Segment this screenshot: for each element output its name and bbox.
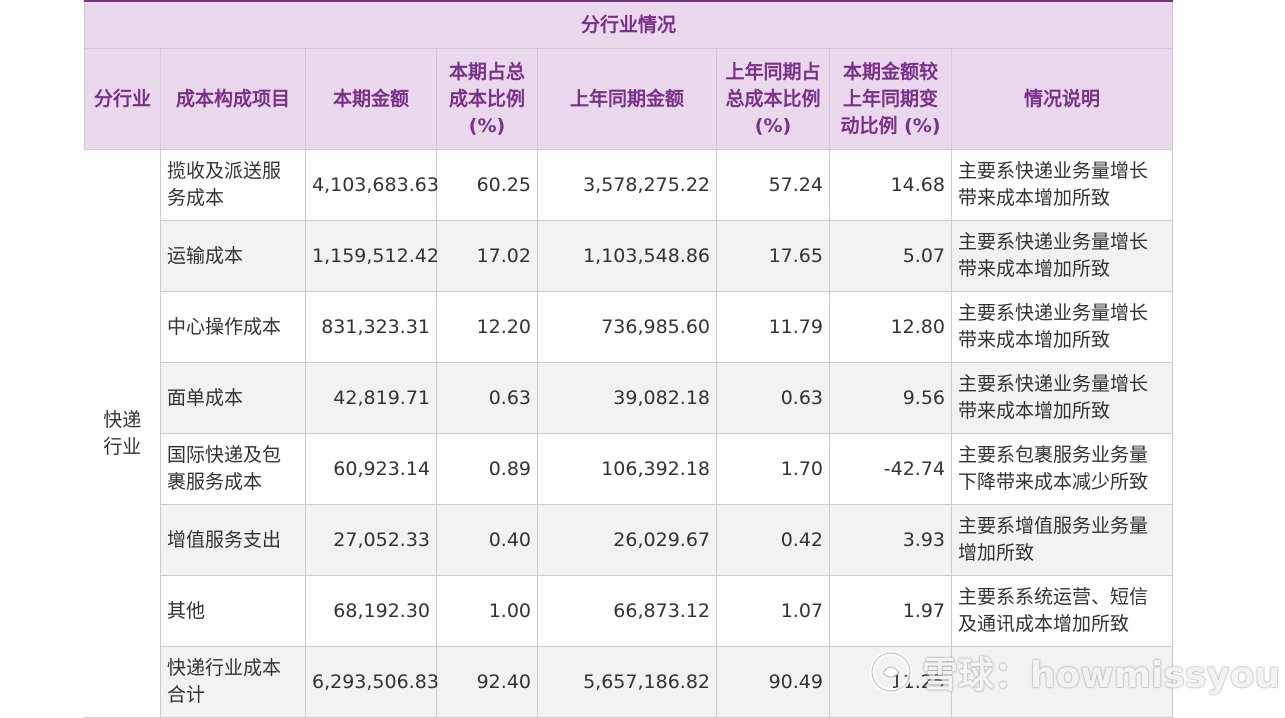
note-cell xyxy=(950,646,1174,718)
note-cell: 主要系快递业务量增长带来成本增加所致 xyxy=(950,220,1174,292)
current-amount-cell: 60,923.14 xyxy=(305,433,437,505)
table-row: 面单成本 42,819.71 0.63 39,082.18 0.63 9.56 主要系快递业… xyxy=(85,362,1174,434)
table-title: 分行业情况 xyxy=(83,0,1174,49)
current-amount-cell: 27,052.33 xyxy=(305,504,437,576)
prior-amount-cell: 26,029.67 xyxy=(537,504,717,576)
header-industry: 分行业 xyxy=(84,48,161,150)
header-cost-item: 成本构成项目 xyxy=(160,48,306,150)
change-pct-cell: 14.68 xyxy=(829,149,952,221)
cost-item-cell: 增值服务支出 xyxy=(160,504,306,576)
header-current-pct: 本期占总成本比例 (%) xyxy=(436,48,538,150)
cost-table-container: 分行业情况 分行业 成本构成项目 本期金额 本期占总成本比例 (%) 上年同期金… xyxy=(83,0,1174,718)
current-pct-cell: 92.40 xyxy=(436,646,538,718)
header-prior-pct: 上年同期占总成本比例 (%) xyxy=(716,48,830,150)
header-note: 情况说明 xyxy=(950,48,1174,150)
header-row: 分行业 成本构成项目 本期金额 本期占总成本比例 (%) 上年同期金额 上年同期… xyxy=(84,48,1174,150)
header-prior-amount: 上年同期金额 xyxy=(537,48,717,150)
prior-pct-cell: 11.79 xyxy=(716,291,830,363)
prior-amount-cell: 106,392.18 xyxy=(537,433,717,505)
current-amount-cell: 1,159,512.42 xyxy=(305,220,439,292)
change-pct-cell: 1.97 xyxy=(829,575,952,647)
cost-item-cell: 运输成本 xyxy=(160,220,306,292)
current-amount-cell: 68,192.30 xyxy=(305,575,437,647)
note-cell: 主要系快递业务量增长带来成本增加所致 xyxy=(950,291,1174,363)
cost-item-cell: 快递行业成本合计 xyxy=(160,646,306,718)
table-title-row: 分行业情况 xyxy=(83,0,1174,49)
industry-cell: 快递行业 xyxy=(84,149,161,718)
change-pct-cell: 9.56 xyxy=(829,362,952,434)
cost-item-cell: 其他 xyxy=(160,575,306,647)
current-pct-cell: 0.40 xyxy=(436,504,538,576)
current-amount-cell: 831,323.31 xyxy=(305,291,437,363)
table-row: 中心操作成本 831,323.31 12.20 736,985.60 11.79 12.8… xyxy=(85,291,1174,363)
current-pct-cell: 1.00 xyxy=(436,575,538,647)
table-row: 快递行业 揽收及派送服务成本 4,103,683.63 60.25 3,578,275.… xyxy=(84,149,1174,718)
change-pct-cell: 12.80 xyxy=(829,291,952,363)
prior-amount-cell: 3,578,275.22 xyxy=(537,149,717,221)
prior-pct-cell: 0.42 xyxy=(716,504,830,576)
current-pct-cell: 12.20 xyxy=(436,291,538,363)
cost-item-cell: 揽收及派送服务成本 xyxy=(160,149,306,221)
header-current-amount: 本期金额 xyxy=(305,48,437,150)
current-pct-cell: 0.89 xyxy=(436,433,538,505)
prior-amount-cell: 66,873.12 xyxy=(537,575,717,647)
current-amount-cell: 42,819.71 xyxy=(305,362,437,434)
note-cell: 主要系系统运营、短信及通讯成本增加所致 xyxy=(950,575,1174,647)
cost-item-cell: 国际快递及包裹服务成本 xyxy=(160,433,306,505)
change-pct-cell: 5.07 xyxy=(829,220,952,292)
prior-pct-cell: 0.63 xyxy=(716,362,830,434)
change-pct-cell: -42.74 xyxy=(829,433,952,505)
table-body: 快递行业 揽收及派送服务成本 4,103,683.63 60.25 3,578,275.… xyxy=(84,149,1174,718)
prior-amount-cell: 1,103,548.86 xyxy=(537,220,717,292)
prior-pct-cell: 57.24 xyxy=(716,149,830,221)
prior-amount-cell: 5,657,186.82 xyxy=(537,646,717,718)
prior-amount-cell: 736,985.60 xyxy=(537,291,717,363)
prior-pct-cell: 1.70 xyxy=(716,433,830,505)
table-row: 其他 68,192.30 1.00 66,873.12 1.07 1.97 主要系系统运营、… xyxy=(85,575,1174,647)
note-cell: 主要系快递业务量增长带来成本增加所致 xyxy=(950,362,1174,434)
header-change-pct: 本期金额较上年同期变动比例 (%) xyxy=(829,48,952,150)
cost-item-cell: 中心操作成本 xyxy=(160,291,306,363)
current-pct-cell: 0.63 xyxy=(436,362,538,434)
prior-pct-cell: 17.65 xyxy=(716,220,830,292)
note-cell: 主要系增值服务业务量增加所致 xyxy=(950,504,1174,576)
note-cell: 主要系快递业务量增长带来成本增加所致 xyxy=(950,149,1174,221)
current-pct-cell: 60.25 xyxy=(436,149,538,221)
current-amount-cell: 4,103,683.63 xyxy=(305,149,439,221)
table-row: 快递行业成本合计 6,293,506.83 92.40 5,657,186.82 90.… xyxy=(85,646,1174,718)
table-row: 增值服务支出 27,052.33 0.40 26,029.67 0.42 3.93 主要系增… xyxy=(85,504,1174,576)
table-row: 国际快递及包裹服务成本 60,923.14 0.89 106,392.18 1.70 -4… xyxy=(85,433,1174,505)
current-pct-cell: 17.02 xyxy=(436,220,538,292)
table-row: 运输成本 1,159,512.42 17.02 1,103,548.86 17.65 5.… xyxy=(85,220,1174,292)
prior-pct-cell: 90.49 xyxy=(716,646,830,718)
change-pct-cell: 3.93 xyxy=(829,504,952,576)
current-amount-cell: 6,293,506.83 xyxy=(305,646,439,718)
cost-item-cell: 面单成本 xyxy=(160,362,306,434)
note-cell: 主要系包裹服务业务量下降带来成本减少所致 xyxy=(950,433,1174,505)
cost-breakdown-table: 分行业情况 分行业 成本构成项目 本期金额 本期占总成本比例 (%) 上年同期金… xyxy=(83,0,1174,718)
prior-amount-cell: 39,082.18 xyxy=(537,362,717,434)
prior-pct-cell: 1.07 xyxy=(716,575,830,647)
change-pct-cell: 11.25 xyxy=(829,646,952,718)
